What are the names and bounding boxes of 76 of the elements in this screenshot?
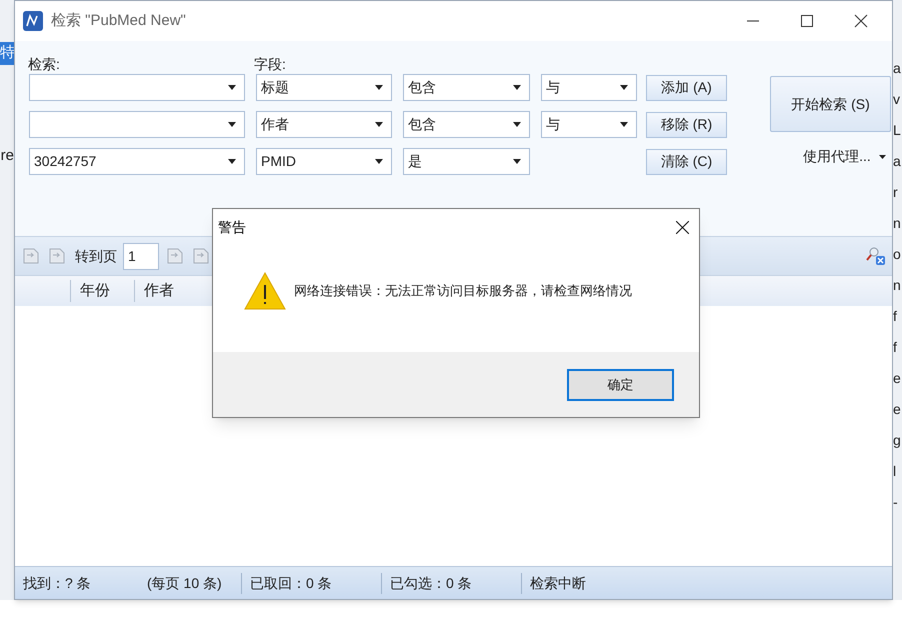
caret-icon	[228, 122, 236, 127]
dropdown-field[interactable]: 与	[541, 74, 637, 101]
caret-icon	[375, 122, 383, 127]
dropdown-value: 包含	[408, 115, 436, 134]
status-text: 已勾选：0 条	[381, 572, 521, 594]
dropdown-field[interactable]	[29, 111, 245, 138]
dropdown-field[interactable]: PMID	[256, 148, 392, 175]
dialog-title: 警告	[218, 218, 246, 236]
start-search-button[interactable]: 开始检索 (S)	[770, 76, 891, 132]
column-header[interactable]: 作者	[134, 280, 198, 302]
page-arrow-icon	[165, 246, 185, 266]
caret-icon	[228, 85, 236, 90]
search-clear-icon[interactable]	[866, 246, 886, 266]
dropdown-field[interactable]: 包含	[403, 74, 530, 101]
background-text: re	[0, 146, 14, 166]
page-arrow-icon	[191, 246, 211, 266]
goto-page-label: 转到页	[75, 246, 117, 266]
dropdown-value: 30242757	[34, 152, 96, 171]
proxy-dropdown[interactable]: 使用代理...	[803, 146, 886, 167]
background-text: o	[893, 245, 902, 264]
background-text: l	[893, 462, 898, 481]
window-title: 检索 "PubMed New"	[51, 10, 186, 31]
dropdown-value: 标题	[261, 78, 289, 97]
caret-icon	[375, 85, 383, 90]
background-text: -	[893, 493, 899, 512]
field-label: 字段:	[254, 55, 286, 74]
page-arrow-icon	[47, 246, 67, 266]
caret-icon	[228, 159, 236, 164]
dropdown-value: 作者	[261, 115, 289, 134]
dropdown-field[interactable]: 标题	[256, 74, 392, 101]
status-text: 找到：? 条	[22, 574, 92, 592]
dropdown-value: PMID	[261, 152, 296, 171]
background-text: e	[893, 369, 902, 388]
dropdown-value: 与	[546, 115, 560, 134]
background-text: n	[893, 276, 902, 295]
dropdown-field[interactable]: 是	[403, 148, 530, 175]
background-text: e	[893, 400, 902, 419]
app-logo-icon	[23, 11, 43, 31]
column-header[interactable]: 年份	[70, 280, 134, 302]
status-text: (每页 10 条)	[146, 574, 223, 593]
dropdown-value: 是	[408, 152, 422, 171]
caret-icon	[513, 85, 521, 90]
caret-icon	[513, 122, 521, 127]
page-arrow-icon	[21, 246, 41, 266]
caret-icon	[513, 159, 521, 164]
caret-icon	[878, 154, 886, 158]
caret-icon	[620, 85, 628, 90]
caret-icon	[620, 122, 628, 127]
background-text: a	[893, 59, 902, 78]
status-text: 检索中断	[521, 572, 586, 594]
dropdown-value: 与	[546, 78, 560, 97]
close-icon[interactable]	[676, 220, 689, 234]
page-number-field[interactable]: 1	[123, 242, 159, 270]
background-text: f	[893, 338, 898, 357]
background-text: n	[893, 214, 902, 233]
dropdown-field[interactable]: 30242757	[29, 148, 245, 175]
dropdown-field[interactable]: 包含	[403, 111, 530, 138]
caret-icon	[375, 159, 383, 164]
background-text: v	[893, 90, 901, 109]
status-text: 已取回：0 条	[241, 572, 381, 594]
background-text: L	[893, 121, 902, 140]
ok-button[interactable]: 确定	[567, 368, 674, 400]
dropdown-field[interactable]: 作者	[256, 111, 392, 138]
action-button[interactable]: 清除 (C)	[646, 148, 727, 174]
background-text: f	[893, 307, 898, 326]
background-text: g	[893, 431, 902, 450]
action-button[interactable]: 添加 (A)	[646, 74, 727, 100]
warning-icon	[244, 272, 286, 310]
dropdown-field[interactable]: 与	[541, 111, 637, 138]
background-text: r	[893, 183, 899, 202]
dialog-message: 网络连接错误：无法正常访问目标服务器，请检查网络情况	[294, 282, 632, 300]
dropdown-field[interactable]	[29, 74, 245, 101]
dropdown-value: 包含	[408, 78, 436, 97]
action-button[interactable]: 移除 (R)	[646, 112, 727, 138]
background-text: a	[893, 152, 902, 171]
search-label: 检索:	[28, 55, 61, 74]
